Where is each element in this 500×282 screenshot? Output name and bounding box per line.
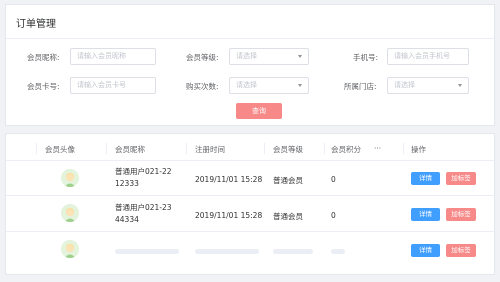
chevron-down-icon xyxy=(458,84,462,87)
level-label: 会员等级: xyxy=(186,53,219,62)
store-label: 所属门店: xyxy=(344,82,377,91)
detail-button[interactable]: 详情 xyxy=(411,172,440,185)
points-cell: 0 xyxy=(331,211,336,220)
chevron-down-icon xyxy=(298,84,302,87)
header-nickname: 会员昵称 xyxy=(115,145,145,154)
level-select[interactable]: 请选择 xyxy=(229,48,309,65)
header-points: 会员积分 xyxy=(331,145,361,154)
header-divider xyxy=(6,160,494,161)
register-time-cell: 2019/11/01 15:28 xyxy=(195,211,263,220)
filter-panel: 订单管理 会员昵称: 请输入会员昵称 会员等级: 请选择 手机号: 请输入会员手… xyxy=(5,4,495,126)
user-avatar-icon xyxy=(61,240,79,258)
header-level: 会员等级 xyxy=(273,145,303,154)
column-separator xyxy=(186,143,187,154)
header-more[interactable]: ··· xyxy=(374,144,381,153)
card-input[interactable]: 请输入会员卡号 xyxy=(70,77,156,94)
page-title: 订单管理 xyxy=(16,19,56,30)
purchase-select[interactable]: 请选择 xyxy=(229,77,309,94)
register-time-cell: 2019/11/01 15:28 xyxy=(195,175,263,184)
card-label: 会员卡号: xyxy=(27,82,60,91)
store-select[interactable]: 请选择 xyxy=(387,77,469,94)
store-select-placeholder: 请选择 xyxy=(394,81,415,89)
nickname-cell: 普通用户021-22 12333 xyxy=(115,166,172,190)
column-separator xyxy=(36,143,37,154)
points-cell: 0 xyxy=(331,175,336,184)
nickname-cell: 普通用户021-23 44334 xyxy=(115,202,172,226)
chevron-down-icon xyxy=(298,55,302,58)
purchase-select-placeholder: 请选择 xyxy=(236,81,257,89)
column-separator xyxy=(264,143,265,154)
nickname-line1: 普通用户021-22 xyxy=(115,167,172,176)
user-avatar-icon xyxy=(61,204,79,222)
row-divider xyxy=(6,231,494,232)
skeleton-placeholder xyxy=(195,249,259,254)
member-table: 会员头像 会员昵称 注册时间 会员等级 会员积分 ··· 操作 普通用户021-… xyxy=(5,133,495,275)
column-separator xyxy=(106,143,107,154)
header-avatar: 会员头像 xyxy=(45,145,75,154)
nickname-line2: 44334 xyxy=(115,215,139,224)
header-register-time: 注册时间 xyxy=(195,145,225,154)
detail-button[interactable]: 详情 xyxy=(411,208,440,221)
add-tag-button[interactable]: 加标签 xyxy=(446,208,476,221)
query-button[interactable]: 查询 xyxy=(236,103,282,119)
nickname-input[interactable]: 请输入会员昵称 xyxy=(70,48,156,65)
skeleton-placeholder xyxy=(331,249,345,254)
nickname-line1: 普通用户021-23 xyxy=(115,203,172,212)
title-divider xyxy=(6,38,494,39)
row-divider xyxy=(6,195,494,196)
level-cell: 普通会员 xyxy=(273,176,303,185)
level-cell: 普通会员 xyxy=(273,212,303,221)
add-tag-button[interactable]: 加标签 xyxy=(446,244,476,257)
purchase-label: 购买次数: xyxy=(186,82,219,91)
phone-label: 手机号: xyxy=(353,53,379,62)
skeleton-placeholder xyxy=(273,249,313,254)
user-avatar-icon xyxy=(61,169,79,187)
column-separator xyxy=(403,143,404,154)
skeleton-placeholder xyxy=(115,249,179,254)
nickname-line2: 12333 xyxy=(115,179,139,188)
nickname-label: 会员昵称: xyxy=(27,53,60,62)
level-select-placeholder: 请选择 xyxy=(236,52,257,60)
phone-input[interactable]: 请输入会员手机号 xyxy=(387,48,469,65)
add-tag-button[interactable]: 加标签 xyxy=(446,172,476,185)
header-actions: 操作 xyxy=(411,145,426,154)
column-separator xyxy=(324,143,325,154)
detail-button[interactable]: 详情 xyxy=(411,244,440,257)
